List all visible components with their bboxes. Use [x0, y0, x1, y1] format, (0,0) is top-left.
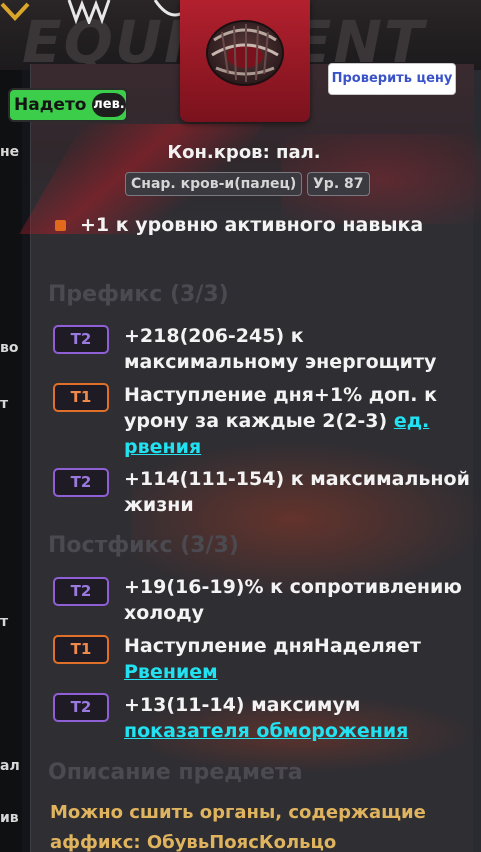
- affix-line: +114(111-154) к максимальной: [124, 468, 470, 490]
- equipped-label: Надето: [14, 95, 87, 115]
- item-icon-frame: [180, 0, 310, 122]
- affix-line: Наступление дня+1% доп. к: [124, 384, 437, 406]
- affix-line: +13(11-14) максимум: [124, 694, 361, 716]
- chevron-icon: [0, 2, 30, 21]
- background-label: т: [0, 614, 9, 630]
- affix-line: максимальному энергощиту: [124, 351, 437, 373]
- tier-badge: T2: [53, 693, 109, 722]
- tier-badge: T1: [53, 383, 109, 412]
- check-price-button[interactable]: Проверить цену: [328, 63, 456, 95]
- description-header: Описание предмета: [48, 760, 303, 785]
- description-line: Можно сшить органы, содержащие: [50, 802, 426, 823]
- keyword-link[interactable]: ед.: [394, 410, 429, 432]
- background-label: ив: [0, 810, 19, 826]
- tier-badge: T2: [53, 468, 109, 497]
- affix-line: урону за каждые 2(2-3) ед.: [124, 408, 429, 434]
- keyword-link[interactable]: рвения: [124, 434, 201, 460]
- description-line: аффикс: ОбувьПоясКольцо: [50, 832, 337, 852]
- prefix-header: Префикс (3/3): [48, 282, 229, 307]
- item-name: Кон.кров: пал.: [167, 142, 321, 163]
- background-left-panel: [0, 70, 22, 852]
- affix-line: жизни: [124, 494, 194, 516]
- affix-line: Наступление дняНаделяет: [124, 635, 421, 657]
- item-type-tag: Снар. кров-и(палец): [125, 172, 303, 196]
- keyword-link[interactable]: показателя обморожения: [124, 718, 408, 744]
- equipped-badge: Надето лев.: [8, 88, 128, 122]
- helmet-icon: [67, 0, 111, 24]
- item-level-tag: Ур. 87: [307, 172, 370, 196]
- tier-badge: T2: [53, 325, 109, 354]
- suffix-header: Постфикс (3/3): [48, 533, 239, 558]
- background-label: ал: [0, 758, 20, 774]
- ring-icon: [206, 20, 284, 86]
- affix-line: +218(206-245) к: [124, 325, 304, 347]
- equipped-slot-side: лев.: [92, 93, 126, 117]
- bullet-icon: [55, 220, 66, 231]
- background-label: во: [0, 340, 19, 356]
- background-label: т: [0, 396, 9, 412]
- affix-text: урону за каждые 2(2-3): [124, 410, 394, 432]
- tier-badge: T2: [53, 577, 109, 606]
- affix-line: холоду: [124, 602, 205, 624]
- tier-badge: T1: [53, 635, 109, 664]
- keyword-link[interactable]: Рвением: [124, 659, 218, 685]
- affix-line: +19(16-19)% к сопротивлению: [124, 576, 462, 598]
- implicit-affix: +1 к уровню активного навыка: [80, 214, 424, 236]
